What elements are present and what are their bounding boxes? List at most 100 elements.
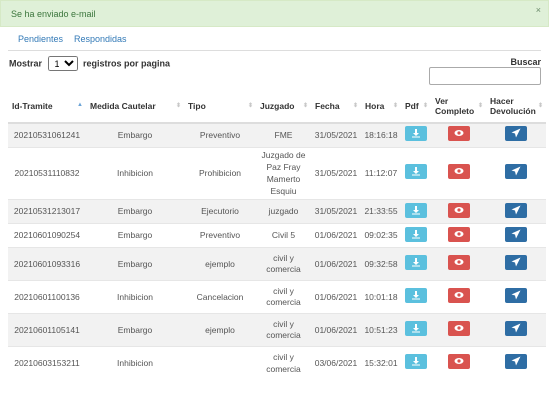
column-label: Pdf	[405, 101, 419, 111]
length-menu: Mostrar 10 registros por pagina	[9, 56, 170, 71]
column-label: Hora	[365, 101, 385, 111]
cell-hora: 09:02:35	[361, 223, 401, 248]
th-id-tramite[interactable]: Id-Tramite ▲	[8, 90, 86, 124]
ver-completo-button[interactable]	[447, 126, 470, 141]
send-icon	[511, 257, 521, 267]
sort-both-icon: ⬍	[302, 103, 308, 109]
download-icon	[411, 128, 421, 138]
hacer-devolucion-button[interactable]	[505, 321, 527, 336]
pdf-button[interactable]	[405, 321, 427, 336]
tab-pendientes[interactable]: Pendientes	[18, 34, 63, 44]
cell-fecha: 01/06/2021	[311, 280, 361, 314]
cell-medida: Embargo	[86, 122, 184, 148]
th-hora[interactable]: Hora ⬍	[361, 90, 401, 124]
hacer-devolucion-button[interactable]	[505, 226, 527, 242]
close-icon[interactable]: ×	[536, 5, 541, 15]
cell-medida: Inhibicion	[86, 280, 184, 314]
ver-completo-button[interactable]	[447, 164, 470, 180]
cell-devolucion	[486, 247, 546, 281]
pdf-button[interactable]	[405, 255, 427, 270]
cell-medida: Embargo	[86, 247, 184, 281]
download-icon	[411, 356, 421, 366]
hacer-devolucion-button[interactable]	[505, 354, 527, 370]
th-ver-completo[interactable]: Ver Completo ⬍	[431, 90, 486, 124]
pdf-button[interactable]	[405, 126, 427, 141]
cell-medida: Inhibicion	[86, 346, 184, 380]
cell-tipo: Ejecutorio	[184, 199, 256, 224]
cell-id-tramite: 20210603153211	[8, 346, 86, 380]
table-row: 20210531213017 Embargo Ejecutorio juzgado 31…	[8, 199, 546, 224]
th-pdf[interactable]: Pdf ⬍	[401, 90, 431, 124]
column-label: Ver Completo	[435, 96, 475, 116]
cell-juzgado: Civil 5	[256, 223, 311, 248]
eye-icon	[454, 166, 464, 176]
ver-completo-button[interactable]	[447, 202, 470, 218]
length-suffix: registros por pagina	[83, 58, 171, 69]
ver-completo-button[interactable]	[447, 255, 470, 270]
cell-hora: 15:32:01	[361, 346, 401, 380]
column-label: Juzgado	[260, 101, 295, 111]
cell-fecha: 31/05/2021	[311, 146, 361, 200]
pdf-button[interactable]	[405, 164, 427, 180]
cell-ver	[431, 122, 486, 148]
cell-devolucion	[486, 280, 546, 314]
tab-respondidas[interactable]: Respondidas	[74, 34, 127, 44]
column-label: Hacer Devolución	[490, 96, 536, 116]
download-icon	[411, 290, 421, 300]
table-row: 20210601093316 Embargo ejemplo civil y come…	[8, 247, 546, 281]
search-input[interactable]	[429, 67, 541, 85]
cell-tipo	[184, 346, 256, 380]
hacer-devolucion-button[interactable]	[505, 202, 527, 218]
th-juzgado[interactable]: Juzgado ⬍	[256, 90, 311, 124]
alert-message: Se ha enviado e-mail	[11, 9, 96, 19]
column-label: Id-Tramite	[12, 101, 53, 111]
cell-pdf	[401, 146, 431, 200]
cell-pdf	[401, 280, 431, 314]
cell-fecha: 01/06/2021	[311, 313, 361, 347]
table-row: 20210601100136 Inhibicion Cancelacion civil…	[8, 280, 546, 314]
ver-completo-button[interactable]	[447, 226, 470, 242]
pdf-button[interactable]	[405, 226, 427, 242]
ver-completo-button[interactable]	[447, 321, 470, 336]
cell-devolucion	[486, 313, 546, 347]
hacer-devolucion-button[interactable]	[505, 288, 527, 303]
ver-completo-button[interactable]	[447, 354, 470, 370]
page-length-select[interactable]: 10	[47, 56, 78, 71]
cell-juzgado: civil y comercia	[256, 346, 311, 380]
sort-both-icon: ⬍	[537, 103, 543, 109]
cell-hora: 21:33:55	[361, 199, 401, 224]
cell-fecha: 01/06/2021	[311, 223, 361, 248]
cell-tipo: Cancelacion	[184, 280, 256, 314]
cell-ver	[431, 280, 486, 314]
sort-both-icon: ⬍	[352, 103, 358, 109]
pdf-button[interactable]	[405, 354, 427, 370]
cell-juzgado: juzgado	[256, 199, 311, 224]
table-row: 20210531110832 Inhibicion Prohibicion Juzga…	[8, 146, 546, 200]
th-tipo[interactable]: Tipo ⬍	[184, 90, 256, 124]
tramites-table: Id-Tramite ▲ Medida Cautelar ⬍ Tipo ⬍ Juzgado ⬍…	[8, 90, 546, 380]
th-medida-cautelar[interactable]: Medida Cautelar ⬍	[86, 90, 184, 124]
cell-medida: Embargo	[86, 199, 184, 224]
th-fecha[interactable]: Fecha ⬍	[311, 90, 361, 124]
cell-id-tramite: 20210601100136	[8, 280, 86, 314]
send-icon	[511, 166, 521, 176]
cell-devolucion	[486, 199, 546, 224]
cell-ver	[431, 146, 486, 200]
eye-icon	[454, 323, 464, 333]
pdf-button[interactable]	[405, 288, 427, 303]
success-alert: Se ha enviado e-mail ×	[0, 0, 549, 27]
eye-icon	[454, 356, 464, 366]
sort-both-icon: ⬍	[175, 103, 181, 109]
ver-completo-button[interactable]	[447, 288, 470, 303]
eye-icon	[454, 257, 464, 267]
cell-juzgado: Juzgado de Paz Fray Mamerto Esquiu	[256, 146, 311, 200]
hacer-devolucion-button[interactable]	[505, 255, 527, 270]
hacer-devolucion-button[interactable]	[505, 164, 527, 180]
pdf-button[interactable]	[405, 202, 427, 218]
th-hacer-devolucion[interactable]: Hacer Devolución ⬍	[486, 90, 546, 124]
cell-id-tramite: 20210531213017	[8, 199, 86, 224]
hacer-devolucion-button[interactable]	[505, 126, 527, 141]
cell-fecha: 03/06/2021	[311, 346, 361, 380]
cell-devolucion	[486, 122, 546, 148]
cell-pdf	[401, 122, 431, 148]
